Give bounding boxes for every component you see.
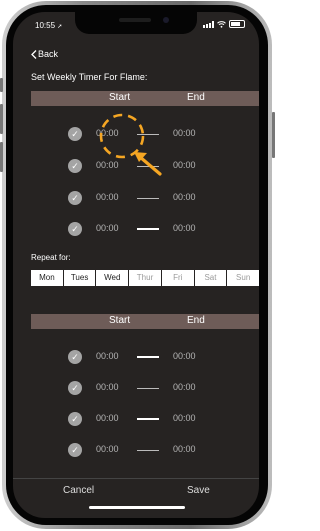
range-dash bbox=[137, 134, 159, 135]
end-time[interactable]: 00:00 bbox=[173, 192, 196, 202]
timer-header-bar: Start End bbox=[31, 91, 259, 106]
end-time[interactable]: 00:00 bbox=[173, 413, 196, 423]
end-time[interactable]: 00:00 bbox=[173, 351, 196, 361]
mute-switch bbox=[0, 78, 3, 92]
start-time[interactable]: 00:00 bbox=[96, 223, 119, 233]
volume-down-button bbox=[0, 142, 3, 172]
start-time[interactable]: 00:00 bbox=[96, 351, 119, 361]
check-icon[interactable]: ✓ bbox=[68, 159, 82, 173]
start-time[interactable]: 00:00 bbox=[96, 382, 119, 392]
cancel-button[interactable]: Cancel bbox=[63, 485, 94, 496]
start-time[interactable]: 00:00 bbox=[96, 192, 119, 202]
status-icons bbox=[203, 20, 245, 28]
home-indicator bbox=[89, 506, 185, 509]
timer-row: ✓ 00:00 00:00 bbox=[13, 220, 259, 240]
range-dash bbox=[137, 198, 159, 199]
range-dash bbox=[137, 166, 159, 167]
front-camera bbox=[163, 17, 169, 23]
day-selector: Mon Tues Wed Thur Fri Sat Sun bbox=[31, 270, 259, 286]
start-time[interactable]: 00:00 bbox=[96, 160, 119, 170]
range-dash bbox=[137, 418, 159, 420]
end-column-header: End bbox=[187, 92, 205, 103]
timer-header-bar-2: Start End bbox=[31, 314, 259, 329]
timer-row: ✓ 00:00 00:00 bbox=[13, 189, 259, 209]
wifi-icon bbox=[217, 20, 226, 28]
end-column-header-2: End bbox=[187, 315, 205, 326]
location-arrow-icon: ➚ bbox=[57, 24, 63, 30]
check-icon[interactable]: ✓ bbox=[68, 350, 82, 364]
repeat-label: Repeat for: bbox=[31, 253, 71, 262]
timer-row: ✓ 00:00 00:00 bbox=[13, 125, 259, 145]
start-time[interactable]: 00:00 bbox=[96, 413, 119, 423]
start-time[interactable]: 00:00 bbox=[96, 128, 119, 138]
power-button bbox=[272, 112, 275, 158]
check-icon[interactable]: ✓ bbox=[68, 191, 82, 205]
end-time[interactable]: 00:00 bbox=[173, 128, 196, 138]
end-time[interactable]: 00:00 bbox=[173, 382, 196, 392]
start-column-header: Start bbox=[109, 92, 131, 103]
start-column-header-2: Start bbox=[109, 315, 131, 326]
range-dash bbox=[137, 388, 159, 389]
timer-title: Set Weekly Timer For Flame: bbox=[31, 72, 148, 82]
check-icon[interactable]: ✓ bbox=[68, 127, 82, 141]
end-time[interactable]: 00:00 bbox=[173, 223, 196, 233]
cellular-signal-icon bbox=[203, 20, 214, 28]
check-icon[interactable]: ✓ bbox=[68, 412, 82, 426]
timer-row: ✓ 00:00 00:00 bbox=[13, 348, 259, 368]
check-icon[interactable]: ✓ bbox=[68, 443, 82, 457]
day-wed[interactable]: Wed bbox=[96, 270, 129, 286]
status-time: 10:55 ➚ bbox=[35, 21, 62, 30]
timer-row: ✓ 00:00 00:00 bbox=[13, 157, 259, 177]
footer-divider bbox=[13, 478, 259, 479]
range-dash bbox=[137, 450, 159, 451]
day-sat[interactable]: Sat bbox=[194, 270, 227, 286]
notch bbox=[75, 12, 197, 34]
timer-row: ✓ 00:00 00:00 bbox=[13, 410, 259, 430]
chevron-left-icon bbox=[31, 49, 37, 59]
status-time-text: 10:55 bbox=[35, 21, 56, 30]
back-label: Back bbox=[38, 49, 59, 59]
speaker-grille bbox=[119, 18, 151, 22]
day-mon[interactable]: Mon bbox=[31, 270, 63, 286]
end-time[interactable]: 00:00 bbox=[173, 160, 196, 170]
end-time[interactable]: 00:00 bbox=[173, 444, 196, 454]
day-sun[interactable]: Sun bbox=[227, 270, 259, 286]
check-icon[interactable]: ✓ bbox=[68, 381, 82, 395]
back-button[interactable]: Back bbox=[31, 49, 58, 59]
day-thur[interactable]: Thur bbox=[129, 270, 161, 286]
day-fri[interactable]: Fri bbox=[161, 270, 194, 286]
timer-row: ✓ 00:00 00:00 bbox=[13, 379, 259, 399]
timer-row: ✓ 00:00 00:00 bbox=[13, 441, 259, 461]
save-button[interactable]: Save bbox=[187, 485, 210, 496]
app-screen: 10:55 ➚ Back Set Weekly Timer For Flame:… bbox=[13, 12, 259, 518]
volume-up-button bbox=[0, 104, 3, 134]
range-dash bbox=[137, 356, 159, 358]
start-time[interactable]: 00:00 bbox=[96, 444, 119, 454]
battery-icon bbox=[229, 20, 245, 28]
day-tues[interactable]: Tues bbox=[63, 270, 96, 286]
range-dash bbox=[137, 228, 159, 230]
check-icon[interactable]: ✓ bbox=[68, 222, 82, 236]
